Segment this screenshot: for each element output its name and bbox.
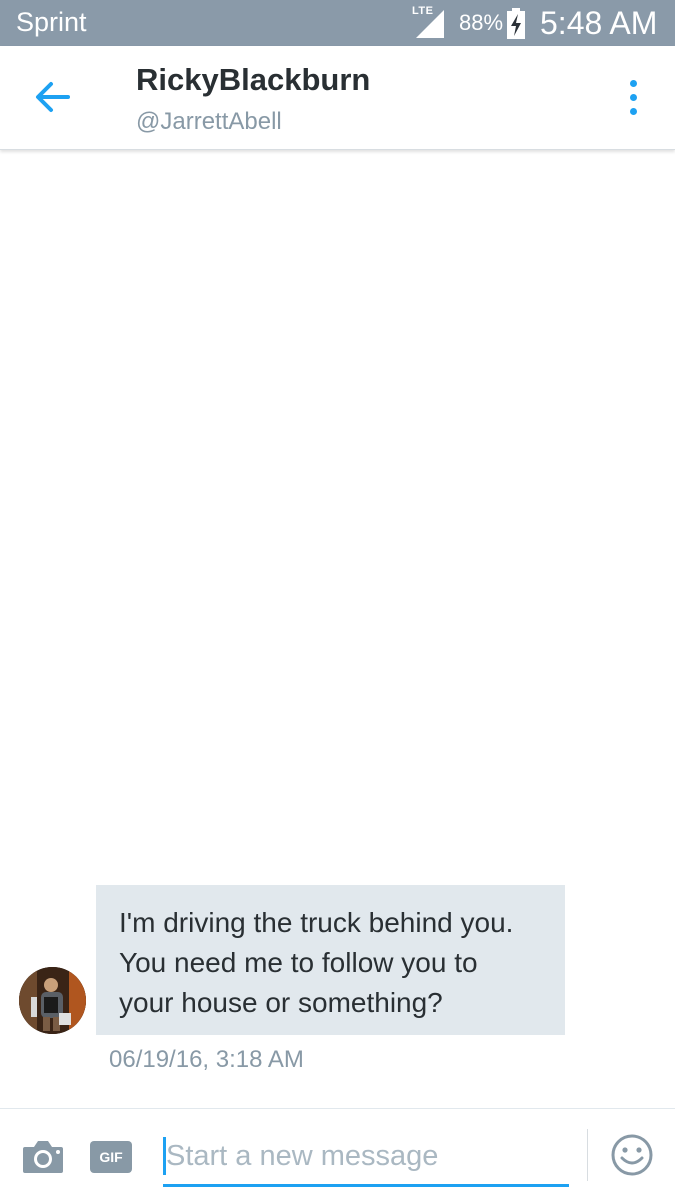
compose-bar: GIF	[0, 1108, 675, 1200]
more-options-button[interactable]	[622, 78, 646, 118]
message-bubble[interactable]: I'm driving the truck behind you. You ne…	[96, 885, 565, 1035]
camera-icon	[23, 1141, 63, 1173]
back-button[interactable]	[30, 76, 74, 120]
emoji-button[interactable]	[610, 1133, 654, 1177]
message-input[interactable]	[163, 1129, 569, 1187]
camera-button[interactable]	[21, 1137, 65, 1175]
compose-divider	[587, 1129, 588, 1181]
battery-charging-icon	[507, 8, 525, 39]
conversation-header: RickyBlackburn @JarrettAbell	[0, 46, 675, 150]
avatar[interactable]	[19, 967, 86, 1034]
status-clock: 5:48 AM	[540, 5, 658, 41]
carrier-name: Sprint	[16, 7, 87, 37]
conversation-handle: @JarrettAbell	[136, 108, 282, 135]
back-arrow-icon	[36, 82, 70, 112]
emoji-icon	[611, 1134, 653, 1176]
message-text: I'm driving the truck behind you. You ne…	[119, 907, 514, 1018]
conversation-name: RickyBlackburn	[136, 62, 371, 97]
gif-button[interactable]: GIF	[90, 1141, 132, 1173]
signal-icon	[416, 10, 444, 38]
avatar-photo	[19, 967, 86, 1034]
battery-percent: 88%	[459, 10, 504, 35]
status-bar: Sprint LTE 88% 5:48 AM	[0, 0, 675, 46]
text-cursor	[163, 1137, 166, 1175]
message-timestamp: 06/19/16, 3:18 AM	[109, 1046, 304, 1073]
